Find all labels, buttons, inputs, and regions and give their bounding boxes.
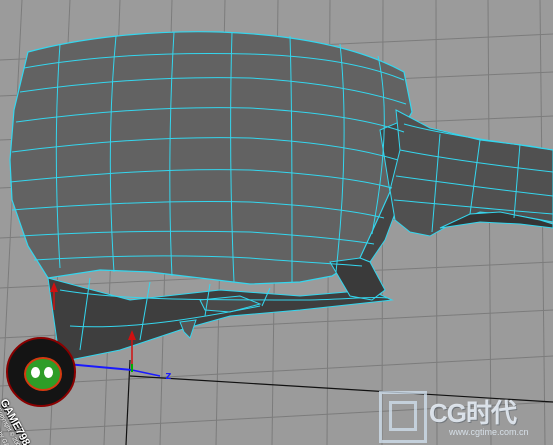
mascot-eye-icon — [44, 367, 53, 378]
cgtime-watermark: CG时代 www.cgtime.com.cn — [377, 387, 553, 445]
scene-canvas[interactable] — [0, 0, 553, 445]
game-mascot-icon — [6, 337, 76, 407]
world-axis-line — [125, 359, 131, 445]
3d-viewport[interactable]: z GAME798 Copyright © 2009 Design by GAM… — [0, 0, 553, 445]
cgtime-logo-inner-icon — [389, 401, 417, 431]
mascot-face-icon — [24, 357, 62, 391]
watermark-name: CG时代 — [429, 398, 517, 428]
axis-z-arrow[interactable] — [131, 369, 161, 377]
axis-z-label: z — [165, 369, 172, 382]
polygon-mesh[interactable] — [9, 31, 553, 363]
game798-logo: GAME798 Copyright © 2009 Design by GAME — [0, 335, 80, 445]
watermark-url: www.cgtime.com.cn — [449, 427, 529, 437]
mascot-eye-icon — [31, 367, 40, 378]
